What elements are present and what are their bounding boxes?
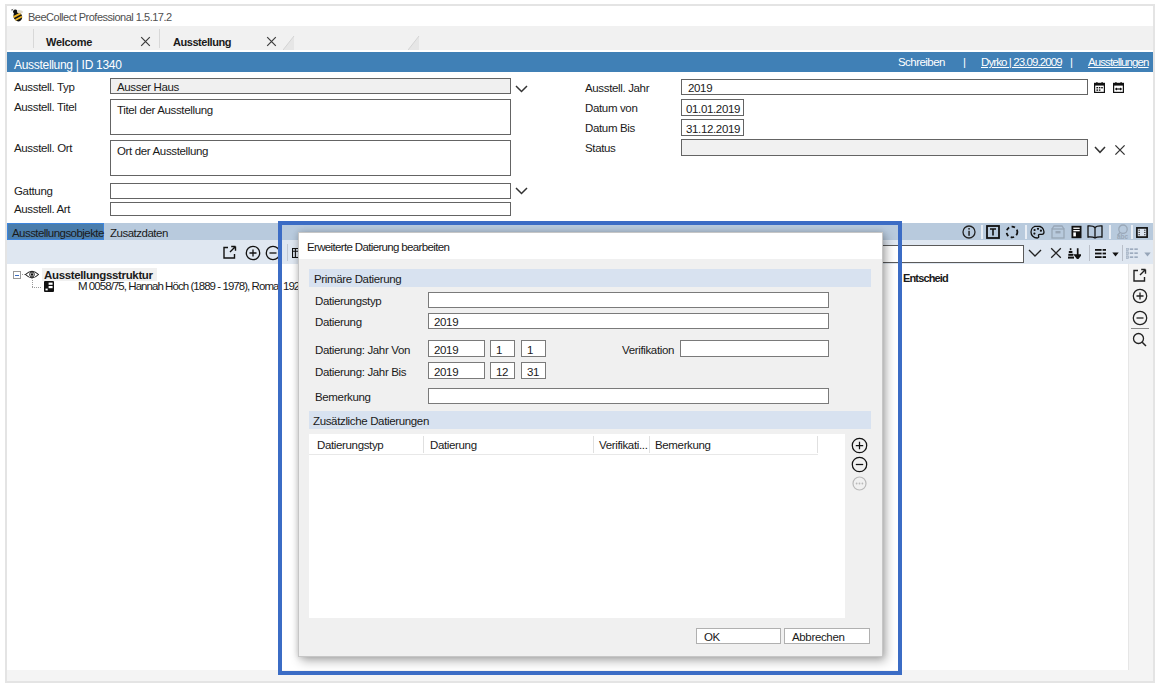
svg-text:abc: abc — [1117, 233, 1129, 240]
